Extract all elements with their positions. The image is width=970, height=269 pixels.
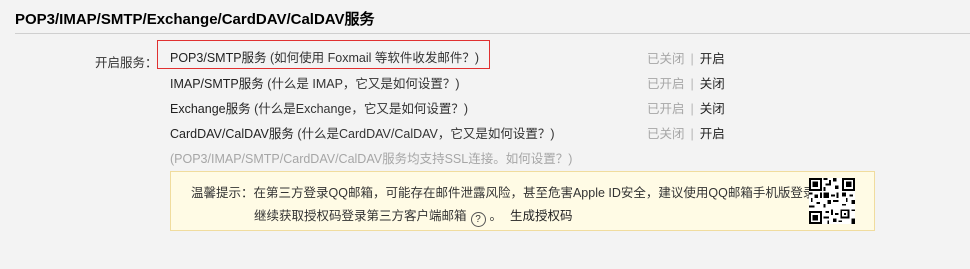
generate-auth-code-link[interactable]: 生成授权码: [510, 209, 573, 223]
service-name: IMAP/SMTP服务: [170, 77, 264, 91]
toggle-carddav-button[interactable]: 开启: [700, 127, 725, 141]
toggle-exchange-button[interactable]: 关闭: [700, 102, 725, 116]
tip-auth-line: 继续获取授权码登录第三方客户端邮箱?。生成授权码: [254, 205, 573, 227]
toggle-imap-button[interactable]: 关闭: [700, 77, 725, 91]
service-help-link[interactable]: (什么是Exchange，它又是如何设置？): [251, 102, 468, 116]
service-help-link[interactable]: (什么是CardDAV/CalDAV，它又是如何设置？): [294, 127, 554, 141]
toggle-pop3-button[interactable]: 开启: [700, 52, 725, 66]
service-name: POP3/SMTP服务: [170, 51, 267, 65]
title-divider: [15, 33, 970, 34]
status-text: 已关闭: [647, 52, 685, 66]
status-separator: |: [690, 127, 694, 141]
tip-box: 温馨提示：在第三方登录QQ邮箱，可能存在邮件泄露风险，甚至危害Apple ID安…: [170, 171, 875, 231]
status-text: 已开启: [647, 102, 685, 116]
service-name: Exchange服务: [170, 102, 251, 116]
tip-period: 。: [489, 209, 503, 223]
open-service-label: 开启服务：: [95, 56, 158, 70]
service-row-carddav: CardDAV/CalDAV服务 (什么是CardDAV/CalDAV，它又是如…: [170, 123, 555, 142]
qr-code-icon: [809, 178, 855, 224]
section-title: POP3/IMAP/SMTP/Exchange/CardDAV/CalDAV服务: [15, 11, 375, 28]
service-help-link[interactable]: (什么是 IMAP，它又是如何设置？): [264, 77, 459, 91]
status-separator: |: [690, 77, 694, 91]
service-name: CardDAV/CalDAV服务: [170, 127, 294, 141]
service-status-imap: 已开启 | 关闭: [647, 73, 725, 92]
tip-auth-text: 继续获取授权码登录第三方客户端邮箱: [254, 209, 467, 223]
service-status-pop3: 已关闭 | 开启: [647, 48, 725, 67]
service-status-exchange: 已开启 | 关闭: [647, 98, 725, 117]
ssl-note-text: (POP3/IMAP/SMTP/CardDAV/CalDAV服务均支持SSL连接…: [170, 152, 506, 166]
service-help-link[interactable]: (如何使用 Foxmail 等软件收发邮件？): [267, 51, 479, 65]
question-circle-icon[interactable]: ?: [470, 212, 486, 227]
ssl-note-close: ): [568, 152, 573, 166]
service-row-pop3: POP3/SMTP服务 (如何使用 Foxmail 等软件收发邮件？): [170, 47, 479, 66]
status-text: 已开启: [647, 77, 685, 91]
service-row-imap: IMAP/SMTP服务 (什么是 IMAP，它又是如何设置？): [170, 73, 460, 92]
status-separator: |: [690, 102, 694, 116]
status-separator: |: [690, 52, 694, 66]
status-text: 已关闭: [647, 127, 685, 141]
ssl-note: (POP3/IMAP/SMTP/CardDAV/CalDAV服务均支持SSL连接…: [170, 148, 572, 167]
ssl-setup-link[interactable]: 如何设置？: [506, 152, 569, 166]
service-status-carddav: 已关闭 | 开启: [647, 123, 725, 142]
service-row-exchange: Exchange服务 (什么是Exchange，它又是如何设置？): [170, 98, 468, 117]
tip-warning-text: 温馨提示：在第三方登录QQ邮箱，可能存在邮件泄露风险，甚至危害Apple ID安…: [191, 186, 828, 200]
